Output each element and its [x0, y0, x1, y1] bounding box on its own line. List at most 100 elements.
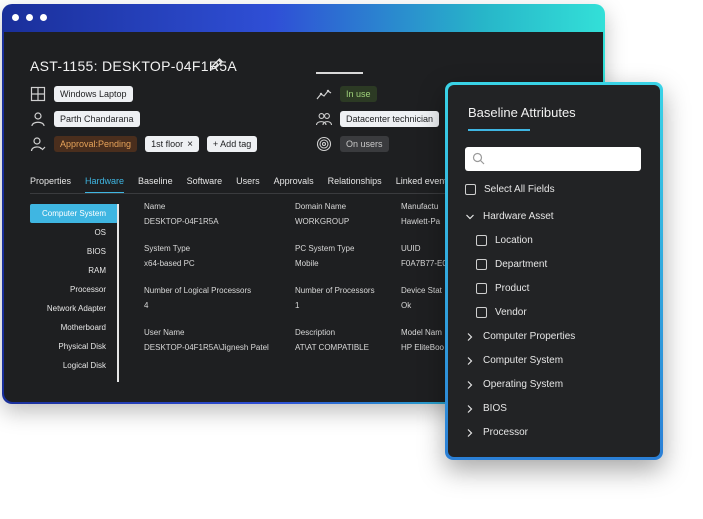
- chevron-right-icon[interactable]: [465, 404, 475, 414]
- department-checkbox[interactable]: [476, 259, 487, 270]
- field-value: HP EliteBoo: [401, 343, 444, 352]
- location-checkbox[interactable]: [476, 235, 487, 246]
- chevron-right-icon[interactable]: [465, 428, 475, 438]
- tab-properties[interactable]: Properties: [30, 176, 71, 193]
- baseline-attributes-popup: Baseline Attributes Select All Fields Ha…: [445, 82, 663, 460]
- field-label: Device Stat: [401, 286, 442, 295]
- window-dot[interactable]: [26, 14, 33, 21]
- field-system-type: System Type x64-based PC: [144, 244, 195, 268]
- field-label: System Type: [144, 244, 191, 253]
- floor-tag-label: 1st floor: [151, 139, 184, 149]
- tab-baseline[interactable]: Baseline: [138, 176, 173, 193]
- asset-tags-row: Approval:Pending 1st floor × + Add tag: [30, 136, 258, 152]
- field-value: x64-based PC: [144, 259, 195, 268]
- select-all-checkbox[interactable]: [465, 184, 476, 195]
- field-manufacturer: Manufactu Hawlett-Pa: [401, 202, 440, 226]
- sidebar-item-processor[interactable]: Processor: [30, 280, 118, 299]
- chevron-right-icon[interactable]: [465, 332, 475, 342]
- window-dot[interactable]: [12, 14, 19, 21]
- tab-relationships[interactable]: Relationships: [328, 176, 382, 193]
- product-checkbox[interactable]: [476, 283, 487, 294]
- field-label: UUID: [401, 244, 421, 253]
- group-processor[interactable]: Processor: [465, 427, 528, 438]
- tab-hardware[interactable]: Hardware: [85, 176, 125, 193]
- chevron-right-icon[interactable]: [465, 356, 475, 366]
- field-name: Name DESKTOP-04F1R5A: [144, 202, 219, 226]
- field-label: Number of Logical Processors: [144, 286, 252, 295]
- role-chip[interactable]: Datacenter technician: [340, 111, 440, 127]
- option-label: Department: [495, 259, 548, 270]
- group-bios[interactable]: BIOS: [465, 403, 507, 414]
- field-value: DESKTOP-04F1R5A: [144, 217, 219, 226]
- hardware-sidebar: Computer System OS BIOS RAM Processor Ne…: [30, 204, 118, 375]
- group-label: Computer System: [483, 355, 564, 366]
- hw-option-product[interactable]: Product: [476, 283, 529, 294]
- field-value: WORKGROUP: [295, 217, 350, 226]
- sidebar-item-computer-system[interactable]: Computer System: [30, 204, 118, 223]
- asset-type-chip: Windows Laptop: [54, 86, 133, 102]
- popup-title-underline: [468, 129, 530, 131]
- status-row: In use: [316, 86, 377, 102]
- field-user-name: User Name DESKTOP-04F1R5A\Jignesh Patel: [144, 328, 269, 352]
- field-value: 1: [295, 301, 300, 310]
- hardware-asset-label: Hardware Asset: [483, 211, 554, 222]
- asset-user-chip[interactable]: Parth Chandarana: [54, 111, 140, 127]
- sidebar-item-ram[interactable]: RAM: [30, 261, 118, 280]
- field-value: 4: [144, 301, 149, 310]
- divider: [316, 72, 363, 74]
- select-all-label: Select All Fields: [484, 184, 555, 195]
- group-computer-properties[interactable]: Computer Properties: [465, 331, 575, 342]
- floor-tag: 1st floor ×: [145, 136, 199, 152]
- window-dot[interactable]: [40, 14, 47, 21]
- field-label: Description: [295, 328, 336, 337]
- popup-title: Baseline Attributes: [468, 105, 576, 120]
- tab-software[interactable]: Software: [187, 176, 223, 193]
- field-logical-processors: Number of Logical Processors 4: [144, 286, 251, 310]
- close-icon[interactable]: ×: [187, 139, 193, 149]
- field-pc-system-type: PC System Type Mobile: [295, 244, 354, 268]
- role-row: Datacenter technician: [316, 111, 440, 127]
- onusers-chip: On users: [340, 136, 389, 152]
- group-computer-system[interactable]: Computer System: [465, 355, 563, 366]
- activity-icon: [316, 89, 332, 100]
- field-label: Number of Processors: [295, 286, 375, 295]
- field-label: Manufactu: [401, 202, 439, 211]
- windows-icon: [30, 86, 46, 102]
- group-label: Processor: [483, 427, 529, 438]
- sidebar-item-network-adapter[interactable]: Network Adapter: [30, 299, 118, 318]
- chevron-right-icon[interactable]: [465, 380, 475, 390]
- hardware-asset-group[interactable]: Hardware Asset: [465, 211, 554, 222]
- field-value: F0A7B77-E0: [401, 259, 447, 268]
- user-icon: [31, 112, 45, 127]
- pencil-icon[interactable]: [210, 57, 224, 71]
- search-icon: [472, 152, 485, 165]
- tab-approvals[interactable]: Approvals: [274, 176, 314, 193]
- asset-title: AST-1155: DESKTOP-04F1R5A: [30, 58, 237, 74]
- field-label: Domain Name: [295, 202, 347, 211]
- hw-option-department[interactable]: Department: [476, 259, 547, 270]
- sidebar-item-logical-disk[interactable]: Logical Disk: [30, 356, 118, 375]
- sidebar-item-bios[interactable]: BIOS: [30, 242, 118, 261]
- approval-status-chip: Approval:Pending: [54, 136, 138, 152]
- window-controls: [12, 14, 47, 21]
- field-description: Description AT\AT COMPATIBLE: [295, 328, 369, 352]
- hw-option-location[interactable]: Location: [476, 235, 533, 246]
- hw-option-vendor[interactable]: Vendor: [476, 307, 527, 318]
- add-tag-button[interactable]: + Add tag: [206, 136, 258, 152]
- sidebar-item-physical-disk[interactable]: Physical Disk: [30, 337, 118, 356]
- group-operating-system[interactable]: Operating System: [465, 379, 563, 390]
- search-input[interactable]: [465, 147, 641, 171]
- user-approval-icon: [30, 137, 46, 152]
- onusers-row: On users: [316, 136, 389, 152]
- vendor-checkbox[interactable]: [476, 307, 487, 318]
- field-label: User Name: [144, 328, 185, 337]
- tab-users[interactable]: Users: [236, 176, 260, 193]
- sidebar-item-os[interactable]: OS: [30, 223, 118, 242]
- asset-user-row: Parth Chandarana: [30, 111, 140, 127]
- sidebar-item-motherboard[interactable]: Motherboard: [30, 318, 118, 337]
- users-icon: [316, 113, 332, 126]
- select-all-option[interactable]: Select All Fields: [465, 184, 555, 195]
- chevron-down-icon[interactable]: [465, 212, 475, 222]
- option-label: Vendor: [495, 307, 527, 318]
- tab-linked-events[interactable]: Linked events: [396, 176, 452, 193]
